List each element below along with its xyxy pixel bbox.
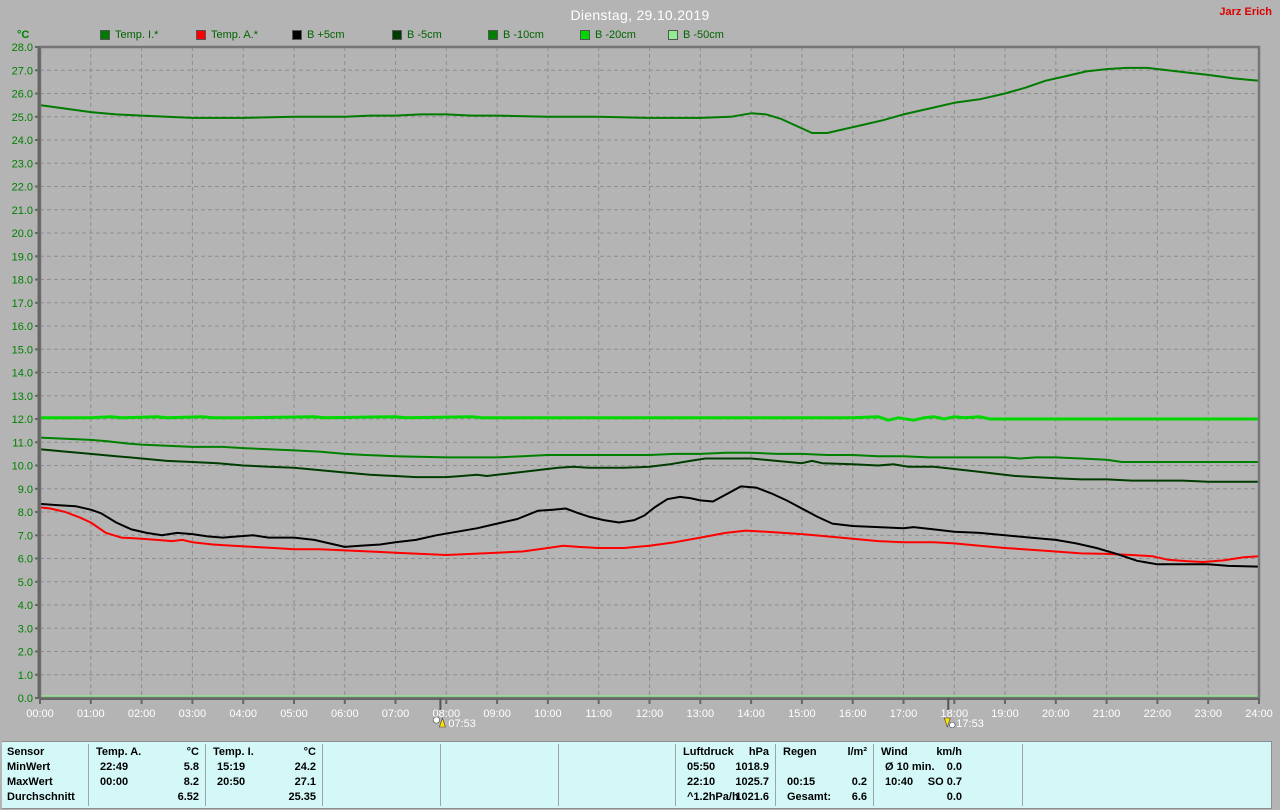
x-tick-label: 22:00	[1144, 708, 1172, 720]
sunrise-icon	[432, 716, 440, 724]
y-tick-label: 18.0	[12, 275, 33, 287]
table-row-label: MaxWert	[7, 776, 53, 788]
y-tick-label: 5.0	[18, 577, 33, 589]
x-tick-label: 17:00	[890, 708, 918, 720]
table-value-cell: 8.2	[183, 776, 199, 788]
y-tick-label: 21.0	[12, 205, 33, 217]
x-tick-label: 16:00	[839, 708, 867, 720]
table-column-separator	[775, 744, 776, 806]
table-column-separator	[675, 744, 676, 806]
table-value-cell: 25.35	[288, 791, 316, 803]
table-row-label: MinWert	[7, 761, 51, 773]
table-value-cell: 6.6	[851, 791, 867, 803]
x-tick-label: 04:00	[229, 708, 257, 720]
y-tick-label: 0.0	[18, 693, 33, 705]
x-tick-label: 07:00	[382, 708, 410, 720]
x-tick-label: 21:00	[1093, 708, 1121, 720]
x-tick-label: 14:00	[737, 708, 765, 720]
y-tick-label: 23.0	[12, 158, 33, 170]
y-tick-label: 11.0	[12, 437, 33, 449]
y-tick-label: 15.0	[12, 344, 33, 356]
x-tick-label: 19:00	[991, 708, 1019, 720]
y-tick-label: 24.0	[12, 135, 33, 147]
x-tick-label: 05:00	[280, 708, 308, 720]
table-column-separator	[322, 744, 323, 806]
table-value-cell: 27.1	[294, 776, 316, 788]
table-row-label: Sensor	[7, 746, 45, 758]
y-tick-label: 7.0	[18, 530, 33, 542]
y-tick-label: 1.0	[18, 670, 33, 682]
x-tick-label: 11:00	[585, 708, 612, 720]
x-tick-label: 00:00	[26, 708, 54, 720]
y-tick-label: 16.0	[12, 321, 33, 333]
sunset-icon	[949, 721, 956, 729]
table-column-separator	[205, 744, 206, 806]
table-value-cell: 1018.9	[735, 761, 769, 773]
weather-app-window: { "header": { "title": "Dienstag, 29.10.…	[0, 0, 1280, 810]
x-tick-label: 06:00	[331, 708, 359, 720]
table-column-separator	[558, 744, 559, 806]
y-tick-label: 14.0	[12, 368, 33, 380]
table-value-cell: 6.52	[177, 791, 199, 803]
table-value-cell: 24.2	[294, 761, 316, 773]
y-tick-label: 25.0	[12, 112, 33, 124]
x-tick-label: 24:00	[1245, 708, 1273, 720]
x-tick-label: 23:00	[1194, 708, 1222, 720]
x-tick-label: 09:00	[483, 708, 511, 720]
y-tick-label: 17.0	[12, 298, 33, 310]
x-tick-label: 02:00	[128, 708, 156, 720]
x-tick-label: 01:00	[77, 708, 105, 720]
table-value-cell: 0.2	[851, 776, 867, 788]
y-tick-label: 19.0	[12, 251, 33, 263]
x-tick-label: 13:00	[687, 708, 715, 720]
table-row-label: Durchschnitt	[7, 791, 75, 803]
y-tick-label: 22.0	[12, 182, 33, 194]
y-tick-label: 8.0	[18, 507, 33, 519]
table-unit-label: l/m²	[847, 746, 867, 758]
x-tick-label: 12:00	[636, 708, 664, 720]
y-tick-label: 13.0	[12, 391, 33, 403]
table-unit-label: °C	[186, 746, 199, 758]
y-tick-label: 2.0	[18, 647, 33, 659]
x-tick-label: 03:00	[179, 708, 207, 720]
table-value-cell: 5.8	[183, 761, 199, 773]
y-tick-label: 26.0	[12, 89, 33, 101]
table-column-separator	[1022, 744, 1023, 806]
y-tick-label: 9.0	[18, 484, 33, 496]
table-column-separator	[440, 744, 441, 806]
y-tick-label: 12.0	[12, 414, 33, 426]
table-column-separator	[873, 744, 874, 806]
table-value-cell: 0.0	[946, 761, 962, 773]
y-tick-label: 28.0	[12, 42, 33, 54]
temperature-chart: 0.0 1.0 2.0 3.0 4.0 5.0 6.0 7.0 8.0 9.0 10.0 11.0 12…	[12, 42, 1273, 730]
table-unit-label: km/h	[936, 746, 962, 758]
y-tick-label: 3.0	[18, 623, 33, 635]
table-value-cell: 0.0	[946, 791, 962, 803]
y-tick-label: 4.0	[18, 600, 33, 612]
y-tick-label: 6.0	[18, 554, 33, 566]
table-value-cell: 1021.6	[735, 791, 769, 803]
sunset-time-label: 17:53	[956, 718, 984, 730]
table-unit-label: hPa	[748, 746, 769, 758]
x-tick-label: 15:00	[788, 708, 816, 720]
y-tick-label: 27.0	[12, 65, 33, 77]
x-tick-label: 10:00	[534, 708, 562, 720]
y-tick-label: 10.0	[12, 461, 33, 473]
table-unit-label: °C	[303, 746, 316, 758]
y-tick-label: 20.0	[12, 228, 33, 240]
statistics-table: Sensor MinWert MaxWert Durchschnitt Temp. A.…	[2, 741, 1272, 809]
table-value-cell: 1025.7	[735, 776, 769, 788]
sunrise-time-label: 07:53	[448, 718, 476, 730]
x-tick-label: 20:00	[1042, 708, 1070, 720]
table-value-cell: SO 0.7	[927, 776, 962, 788]
table-column-separator	[88, 744, 89, 806]
